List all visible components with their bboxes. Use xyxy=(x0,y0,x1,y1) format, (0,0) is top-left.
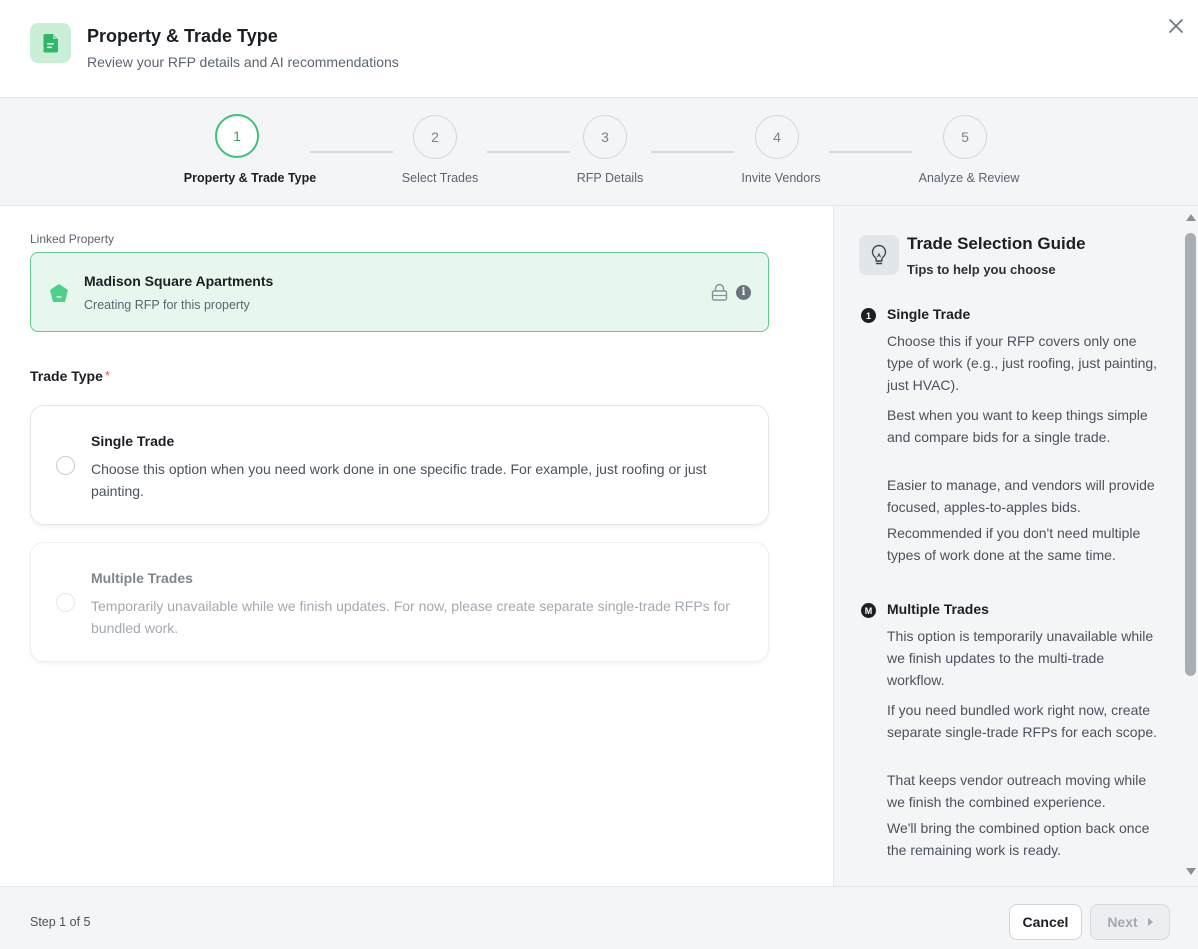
guide-section-title: Multiple Trades xyxy=(887,601,989,617)
single-trade-title: Single Trade xyxy=(91,433,175,449)
cancel-button[interactable]: Cancel xyxy=(1009,904,1082,940)
scroll-up-arrow[interactable] xyxy=(1186,214,1196,221)
guide-paragraph: Recommended if you don't need multiple t… xyxy=(887,525,1141,563)
guide-paragraph: If you need bundled work right now, crea… xyxy=(887,702,1158,740)
step-4-label: Invite Vendors xyxy=(741,171,821,185)
step-2-circle: 2 xyxy=(413,115,457,159)
trade-type-label-text: Trade Type xyxy=(30,368,103,384)
chevron-right-icon xyxy=(1147,918,1153,926)
page-title: Property & Trade Type xyxy=(87,26,278,46)
next-button[interactable]: Next xyxy=(1090,904,1170,940)
step-1-circle[interactable]: 1 xyxy=(215,114,259,158)
step-5-label: Analyze & Review xyxy=(918,171,1020,185)
section-badge: M xyxy=(861,603,876,618)
guide-paragraph: That keeps vendor outreach moving while … xyxy=(887,772,1147,810)
guide-subtitle: Tips to help you choose xyxy=(907,262,1056,277)
modal-footer: Step 1 of 5 Cancel Next xyxy=(0,886,1198,949)
step-connector xyxy=(829,151,912,153)
close-icon[interactable] xyxy=(1166,16,1186,36)
trade-type-label: Trade Type * xyxy=(30,368,110,384)
single-trade-description: Choose this option when you need work do… xyxy=(91,461,707,499)
step-connector xyxy=(310,151,393,153)
guide-paragraph: Best when you want to keep things simple… xyxy=(887,407,1148,445)
page-subtitle: Review your RFP details and AI recommend… xyxy=(87,54,399,70)
single-trade-option[interactable]: Single Trade Choose this option when you… xyxy=(30,405,769,525)
guide-paragraph: Choose this if your RFP covers only one … xyxy=(887,333,1158,393)
step-2-label: Select Trades xyxy=(401,171,479,185)
section-badge: 1 xyxy=(861,308,876,323)
building-icon xyxy=(49,283,69,308)
step-4-circle: 4 xyxy=(755,115,799,159)
step-connector xyxy=(651,151,734,153)
step-count: Step 1 of 5 xyxy=(30,915,91,929)
multiple-trades-radio xyxy=(56,593,75,612)
multiple-trades-title: Multiple Trades xyxy=(91,570,193,586)
trade-selection-guide-panel: Trade Selection Guide Tips to help you c… xyxy=(833,206,1198,886)
property-name: Madison Square Apartments xyxy=(84,273,274,289)
property-subtext: Creating RFP for this property xyxy=(84,298,250,312)
single-trade-radio[interactable] xyxy=(56,456,75,475)
step-3-label: RFP Details xyxy=(576,171,644,185)
step-3-circle: 3 xyxy=(583,115,627,159)
step-5-circle: 5 xyxy=(943,115,987,159)
progress-stepper: 1 2 3 4 5 Property & Trade Type Select T… xyxy=(0,98,1198,206)
guide-paragraph: This option is temporarily unavailable w… xyxy=(887,628,1154,688)
step-connector xyxy=(487,151,570,153)
linked-property-card: Madison Square Apartments Creating RFP f… xyxy=(30,252,769,332)
linked-property-label: Linked Property xyxy=(30,232,115,246)
scrollbar-thumb[interactable] xyxy=(1185,233,1196,676)
document-icon xyxy=(30,23,71,63)
multiple-trades-option: Multiple Trades Temporarily unavailable … xyxy=(30,542,769,662)
required-asterisk: * xyxy=(104,368,110,383)
multiple-trades-description: Temporarily unavailable while we finish … xyxy=(91,598,730,636)
modal-header: Property & Trade Type Review your RFP de… xyxy=(0,0,1198,98)
guide-title: Trade Selection Guide xyxy=(907,234,1086,253)
next-button-label: Next xyxy=(1107,914,1138,930)
info-icon[interactable]: i xyxy=(736,285,751,300)
guide-section-title: Single Trade xyxy=(887,306,971,322)
lightbulb-icon xyxy=(859,235,899,275)
step-1-label: Property & Trade Type xyxy=(183,171,317,185)
guide-paragraph: We'll bring the combined option back onc… xyxy=(887,820,1150,858)
guide-paragraph: Easier to manage, and vendors will provi… xyxy=(887,477,1155,515)
lock-icon xyxy=(711,283,728,306)
scroll-down-arrow[interactable] xyxy=(1186,868,1196,875)
